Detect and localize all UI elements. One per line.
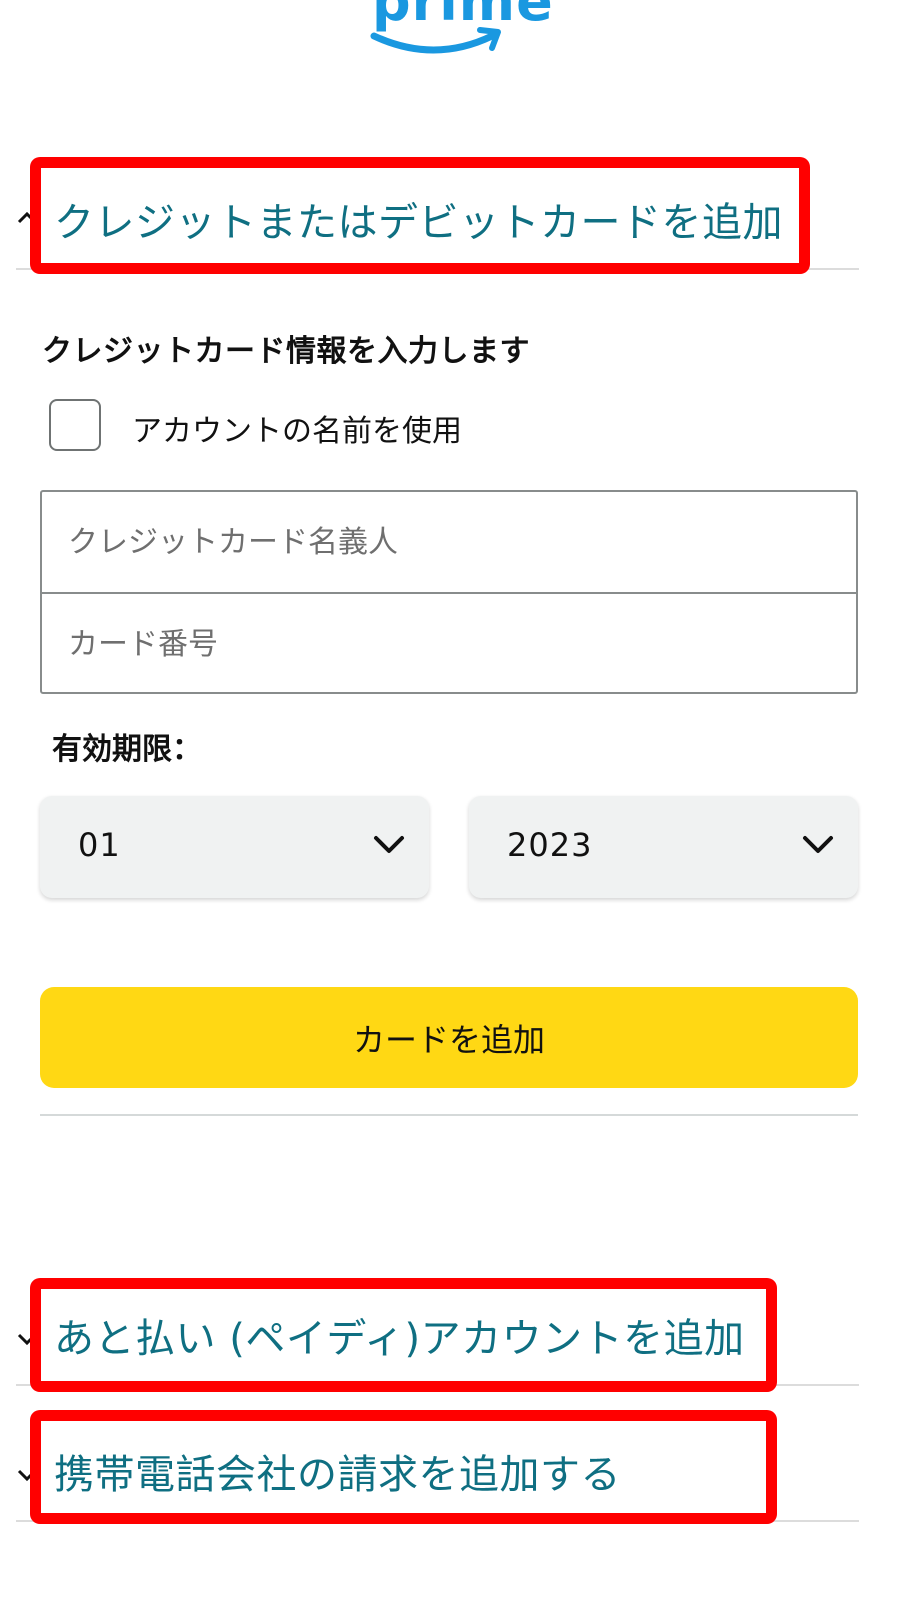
accordion-credit-card-title[interactable]: クレジットまたはデビットカードを追加 — [54, 190, 783, 248]
accordion-paidy[interactable]: あと払い (ペイディ)アカウントを追加 — [16, 1282, 859, 1386]
smile-arrow-icon — [370, 27, 501, 54]
chevron-down-icon — [17, 1333, 37, 1346]
expiry-year-value: 2023 — [507, 826, 593, 864]
expiry-month-select[interactable]: 01 — [40, 796, 429, 898]
prime-logo: prime — [368, 0, 553, 64]
add-card-button[interactable]: カードを追加 — [40, 987, 858, 1088]
section-divider — [40, 1114, 858, 1116]
accordion-paidy-title[interactable]: あと払い (ペイディ)アカウントを追加 — [54, 1306, 745, 1364]
accordion-carrier-billing-title[interactable]: 携帯電話会社の請求を追加する — [54, 1442, 621, 1500]
cardholder-name-input[interactable] — [42, 492, 856, 592]
card-input-group — [40, 490, 858, 694]
card-number-input[interactable] — [42, 594, 856, 694]
expiry-year-select[interactable]: 2023 — [469, 796, 858, 898]
accordion-carrier-billing[interactable]: 携帯電話会社の請求を追加する — [16, 1418, 859, 1522]
chevron-down-icon — [17, 1469, 37, 1482]
chevron-down-icon — [803, 836, 833, 853]
card-info-heading: クレジットカード情報を入力します — [42, 334, 530, 369]
chevron-down-icon — [374, 836, 404, 853]
use-account-name-label[interactable]: アカウントの名前を使用 — [132, 406, 462, 450]
accordion-credit-card[interactable]: クレジットまたはデビットカードを追加 — [16, 160, 859, 270]
use-account-name-checkbox[interactable] — [49, 399, 101, 451]
expiry-month-value: 01 — [78, 826, 121, 864]
expiry-label: 有効期限： — [52, 732, 202, 767]
chevron-up-icon — [17, 211, 37, 224]
